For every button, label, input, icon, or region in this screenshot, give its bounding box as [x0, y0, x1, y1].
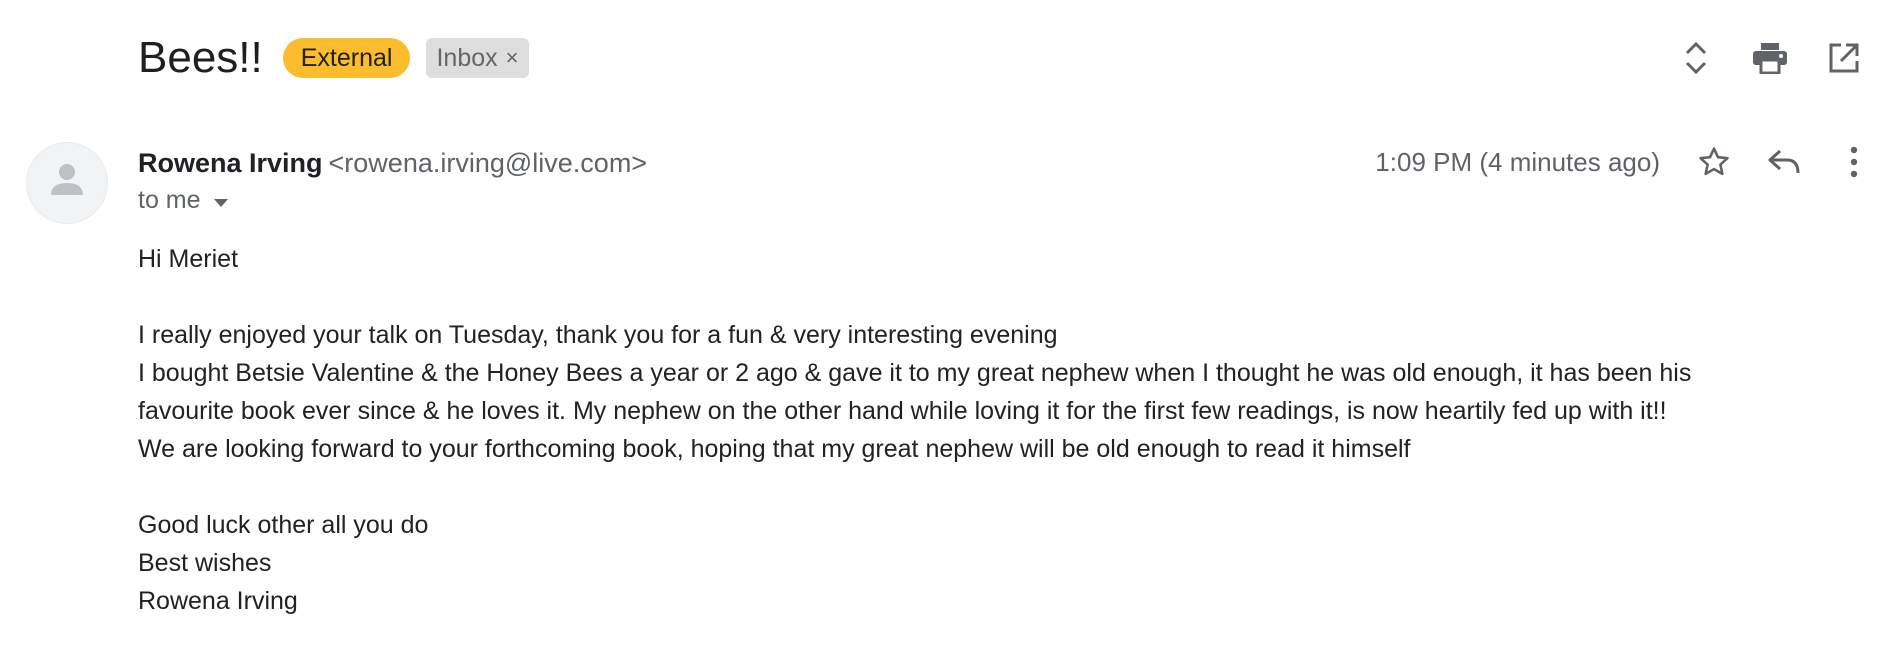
more-options-button[interactable] — [1834, 142, 1874, 182]
sender-name[interactable]: Rowena Irving — [138, 148, 323, 178]
open-in-new-window-icon — [1829, 43, 1859, 73]
reply-icon — [1768, 149, 1800, 174]
recipient-row: to me — [138, 186, 229, 215]
recipient-text: to me — [138, 186, 201, 214]
reply-button[interactable] — [1764, 142, 1804, 182]
star-icon — [1699, 147, 1729, 176]
greeting-line: Hi Meriet — [138, 245, 239, 273]
body-line: favourite book ever since & he loves it.… — [138, 397, 1667, 425]
subject-row: Bees!! External Inbox × — [138, 30, 529, 86]
print-button[interactable] — [1750, 38, 1790, 78]
closing-line: Good luck other all you do — [138, 511, 429, 539]
inbox-label: Inbox × — [426, 38, 529, 78]
remove-label-icon[interactable]: × — [506, 43, 519, 73]
body-line: I bought Betsie Valentine & the Honey Be… — [138, 359, 1692, 387]
body-line: We are looking forward to your forthcomi… — [138, 435, 1411, 463]
show-details-button[interactable] — [213, 186, 229, 215]
inbox-label-text: Inbox — [436, 44, 498, 72]
message-body: Hi Meriet I really enjoyed your talk on … — [138, 240, 1858, 620]
expand-collapse-button[interactable] — [1676, 38, 1716, 78]
expand-collapse-icon — [1685, 41, 1707, 75]
body-line: I really enjoyed your talk on Tuesday, t… — [138, 321, 1058, 349]
default-avatar-icon — [51, 164, 83, 195]
message-actions: 1:09 PM (4 minutes ago) — [1375, 142, 1874, 182]
open-in-new-window-button[interactable] — [1824, 38, 1864, 78]
message-timestamp: 1:09 PM (4 minutes ago) — [1375, 146, 1660, 177]
external-label: External — [282, 38, 411, 78]
star-button[interactable] — [1694, 142, 1734, 182]
closing-line: Best wishes — [138, 549, 272, 577]
sender-row: Rowena Irving <rowena.irving@live.com> — [138, 146, 647, 180]
signature-line: Rowena Irving — [138, 587, 298, 615]
sender-email: <rowena.irving@live.com> — [328, 148, 648, 178]
sender-avatar[interactable] — [26, 142, 108, 224]
more-vert-icon — [1850, 146, 1858, 178]
caret-down-icon — [213, 199, 228, 207]
email-subject: Bees!! — [138, 33, 263, 82]
print-icon — [1753, 43, 1787, 74]
thread-toolbar — [1676, 38, 1864, 78]
